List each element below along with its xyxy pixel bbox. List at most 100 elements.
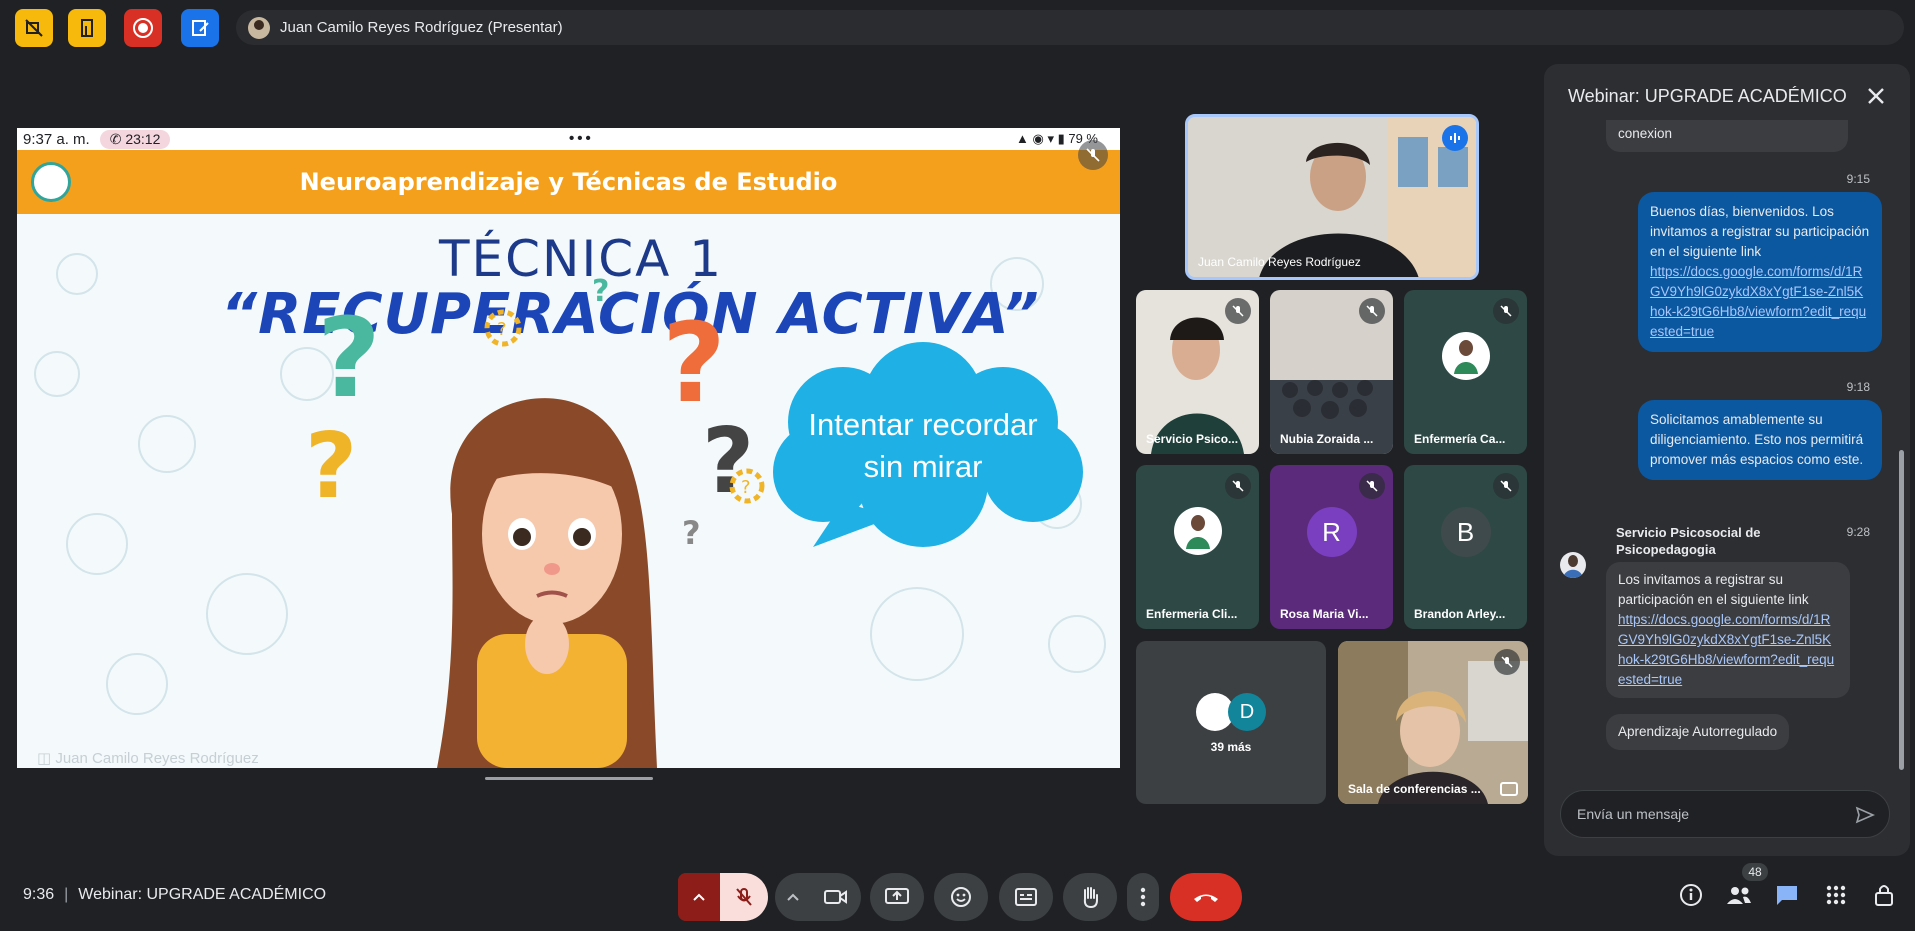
reactions-button[interactable] (934, 873, 988, 921)
send-icon[interactable] (1855, 805, 1875, 825)
chat-message: Aprendizaje Autorregulado (1606, 714, 1790, 750)
chat-message: Los invitamos a registrar su participaci… (1606, 562, 1850, 698)
presenter-watermark-text: Juan Camilo Reyes Rodríguez (55, 750, 259, 767)
tile-name: Rosa Maria Vi... (1280, 607, 1369, 621)
chat-message-link[interactable]: https://docs.google.com/forms/d/1RGV9Yh9… (1618, 612, 1834, 687)
slide-body: TÉCNICA 1 “RECUPERACIÓN ACTIVA” Intentar… (17, 214, 1120, 768)
gear-icon: ? (484, 309, 522, 347)
chat-message: Solicitamos amablemente su diligenciamie… (1638, 400, 1882, 480)
people-button[interactable] (1725, 881, 1753, 909)
chat-button[interactable] (1773, 881, 1801, 909)
slide-logo-icon (31, 162, 71, 202)
meeting-info: 9:36 | Webinar: UPGRADE ACADÉMICO (23, 886, 326, 904)
host-controls-button[interactable] (1870, 881, 1898, 909)
participant-tile[interactable]: Enfermeria Cli... (1136, 465, 1259, 629)
phone-status-bar: 9:37 a. m. ✆ 23:12 ••• ▲ ◉ ▾ ▮ 79 % (17, 128, 1120, 150)
info-icon (1680, 884, 1702, 906)
presenter-watermark: ◫ Juan Camilo Reyes Rodríguez (37, 750, 259, 767)
avatar (1560, 552, 1586, 578)
participant-tile[interactable]: B Brandon Arley... (1404, 465, 1527, 629)
picture-in-picture-icon[interactable] (1500, 782, 1518, 796)
tile-name: Enfermería Ca... (1414, 432, 1506, 446)
question-mark-icon: ? (305, 414, 358, 519)
mic-off-icon (736, 888, 752, 906)
chat-message-text: conexion (1618, 126, 1673, 141)
mic-off-icon (1493, 298, 1519, 324)
emoji-icon (951, 887, 971, 907)
camera-control-group (775, 873, 861, 921)
no-video-icon[interactable] (15, 9, 53, 47)
participant-tile[interactable]: Nubia Zoraida ... (1270, 290, 1393, 454)
activities-button[interactable] (1822, 881, 1850, 909)
record-icon[interactable] (124, 9, 162, 47)
more-options-button[interactable] (1127, 873, 1159, 921)
tile-name: Enfermeria Cli... (1146, 607, 1238, 621)
captions-button[interactable] (999, 873, 1053, 921)
participant-tile[interactable]: Enfermería Ca... (1404, 290, 1527, 454)
speaking-indicator-icon (1442, 125, 1468, 151)
chat-input-placeholder: Envía un mensaje (1577, 806, 1690, 822)
chat-message-partial: conexion (1606, 120, 1848, 152)
chat-title: Webinar: UPGRADE ACADÉMICO (1568, 86, 1847, 106)
tile-name: Sala de conferencias ... (1348, 782, 1481, 796)
participant-tile[interactable]: Sala de conferencias ... (1338, 641, 1528, 804)
mic-control-group (678, 873, 768, 921)
mic-off-icon (1359, 298, 1385, 324)
end-call-button[interactable] (1170, 873, 1242, 921)
participant-tile[interactable]: Servicio Psico... (1136, 290, 1259, 454)
slide-header: Neuroaprendizaje y Técnicas de Estudio (17, 150, 1120, 214)
close-icon[interactable] (1864, 84, 1888, 108)
chat-scrollbar[interactable] (1899, 450, 1904, 770)
phone-time: 9:37 a. m. (23, 130, 90, 148)
avatar (1173, 507, 1222, 555)
chat-message-text: Aprendizaje Autorregulado (1618, 724, 1778, 739)
featured-video-tile[interactable]: Juan Camilo Reyes Rodríguez (1185, 114, 1479, 280)
meeting-info-button[interactable] (1677, 881, 1705, 909)
avatar (248, 16, 270, 39)
camera-options-chevron-icon[interactable] (775, 873, 811, 921)
door-exit-icon[interactable] (68, 9, 106, 47)
hand-icon (1083, 887, 1098, 909)
question-mark-icon: ? (662, 299, 726, 427)
slide-title-line1: TÉCNICA 1 (439, 230, 724, 288)
chat-message-link[interactable]: https://docs.google.com/forms/d/1RGV9Yh9… (1650, 264, 1866, 339)
mic-off-button[interactable] (720, 873, 768, 921)
slide-header-text: Neuroaprendizaje y Técnicas de Estudio (299, 168, 838, 196)
camera-button[interactable] (811, 873, 861, 921)
mic-off-icon (1359, 473, 1385, 499)
people-icon (1727, 887, 1751, 904)
chat-message-input[interactable]: Envía un mensaje (1560, 790, 1890, 838)
message-time: 9:28 (1846, 525, 1870, 539)
question-mark-icon: ? (592, 274, 610, 309)
more-dots-icon: ••• (569, 130, 594, 147)
mic-options-chevron-icon[interactable] (678, 873, 720, 921)
speech-line1: Intentar recordar (808, 407, 1038, 442)
presenter-pill[interactable]: Juan Camilo Reyes Rodríguez (Presentar) (236, 10, 1904, 45)
chat-message-text: Solicitamos amablemente su diligenciamie… (1650, 412, 1864, 467)
presentation-scroll-indicator (485, 777, 653, 780)
message-time: 9:15 (1846, 172, 1870, 186)
raise-hand-button[interactable] (1063, 873, 1117, 921)
mic-off-icon (1494, 649, 1520, 675)
top-bar: Juan Camilo Reyes Rodríguez (Presentar) (0, 0, 1915, 56)
present-screen-button[interactable] (870, 873, 924, 921)
camera-icon (824, 890, 847, 904)
presenter-mic-off-icon (1078, 140, 1108, 170)
tile-name: Servicio Psico... (1146, 432, 1239, 446)
message-time: 9:18 (1846, 380, 1870, 394)
tile-name: Nubia Zoraida ... (1280, 432, 1374, 446)
presenter-label: Juan Camilo Reyes Rodríguez (Presentar) (280, 19, 563, 36)
chat-panel: Webinar: UPGRADE ACADÉMICO conexion 9:15… (1544, 64, 1910, 856)
speech-cloud-text: Intentar recordar sin mirar (753, 404, 1093, 488)
edit-notes-icon[interactable] (181, 9, 219, 47)
participant-tile[interactable]: R Rosa Maria Vi... (1270, 465, 1393, 629)
meeting-time: 9:36 (23, 886, 55, 903)
mic-off-icon (1225, 473, 1251, 499)
present-screen-icon (885, 888, 909, 904)
mic-off-icon (1225, 298, 1251, 324)
more-participants-tile[interactable]: D 39 más (1136, 641, 1326, 804)
call-timer: ✆ 23:12 (99, 129, 171, 149)
question-mark-icon: ? (682, 514, 701, 552)
chat-message-text: Los invitamos a registrar su participaci… (1618, 572, 1809, 607)
separator: | (64, 886, 69, 903)
